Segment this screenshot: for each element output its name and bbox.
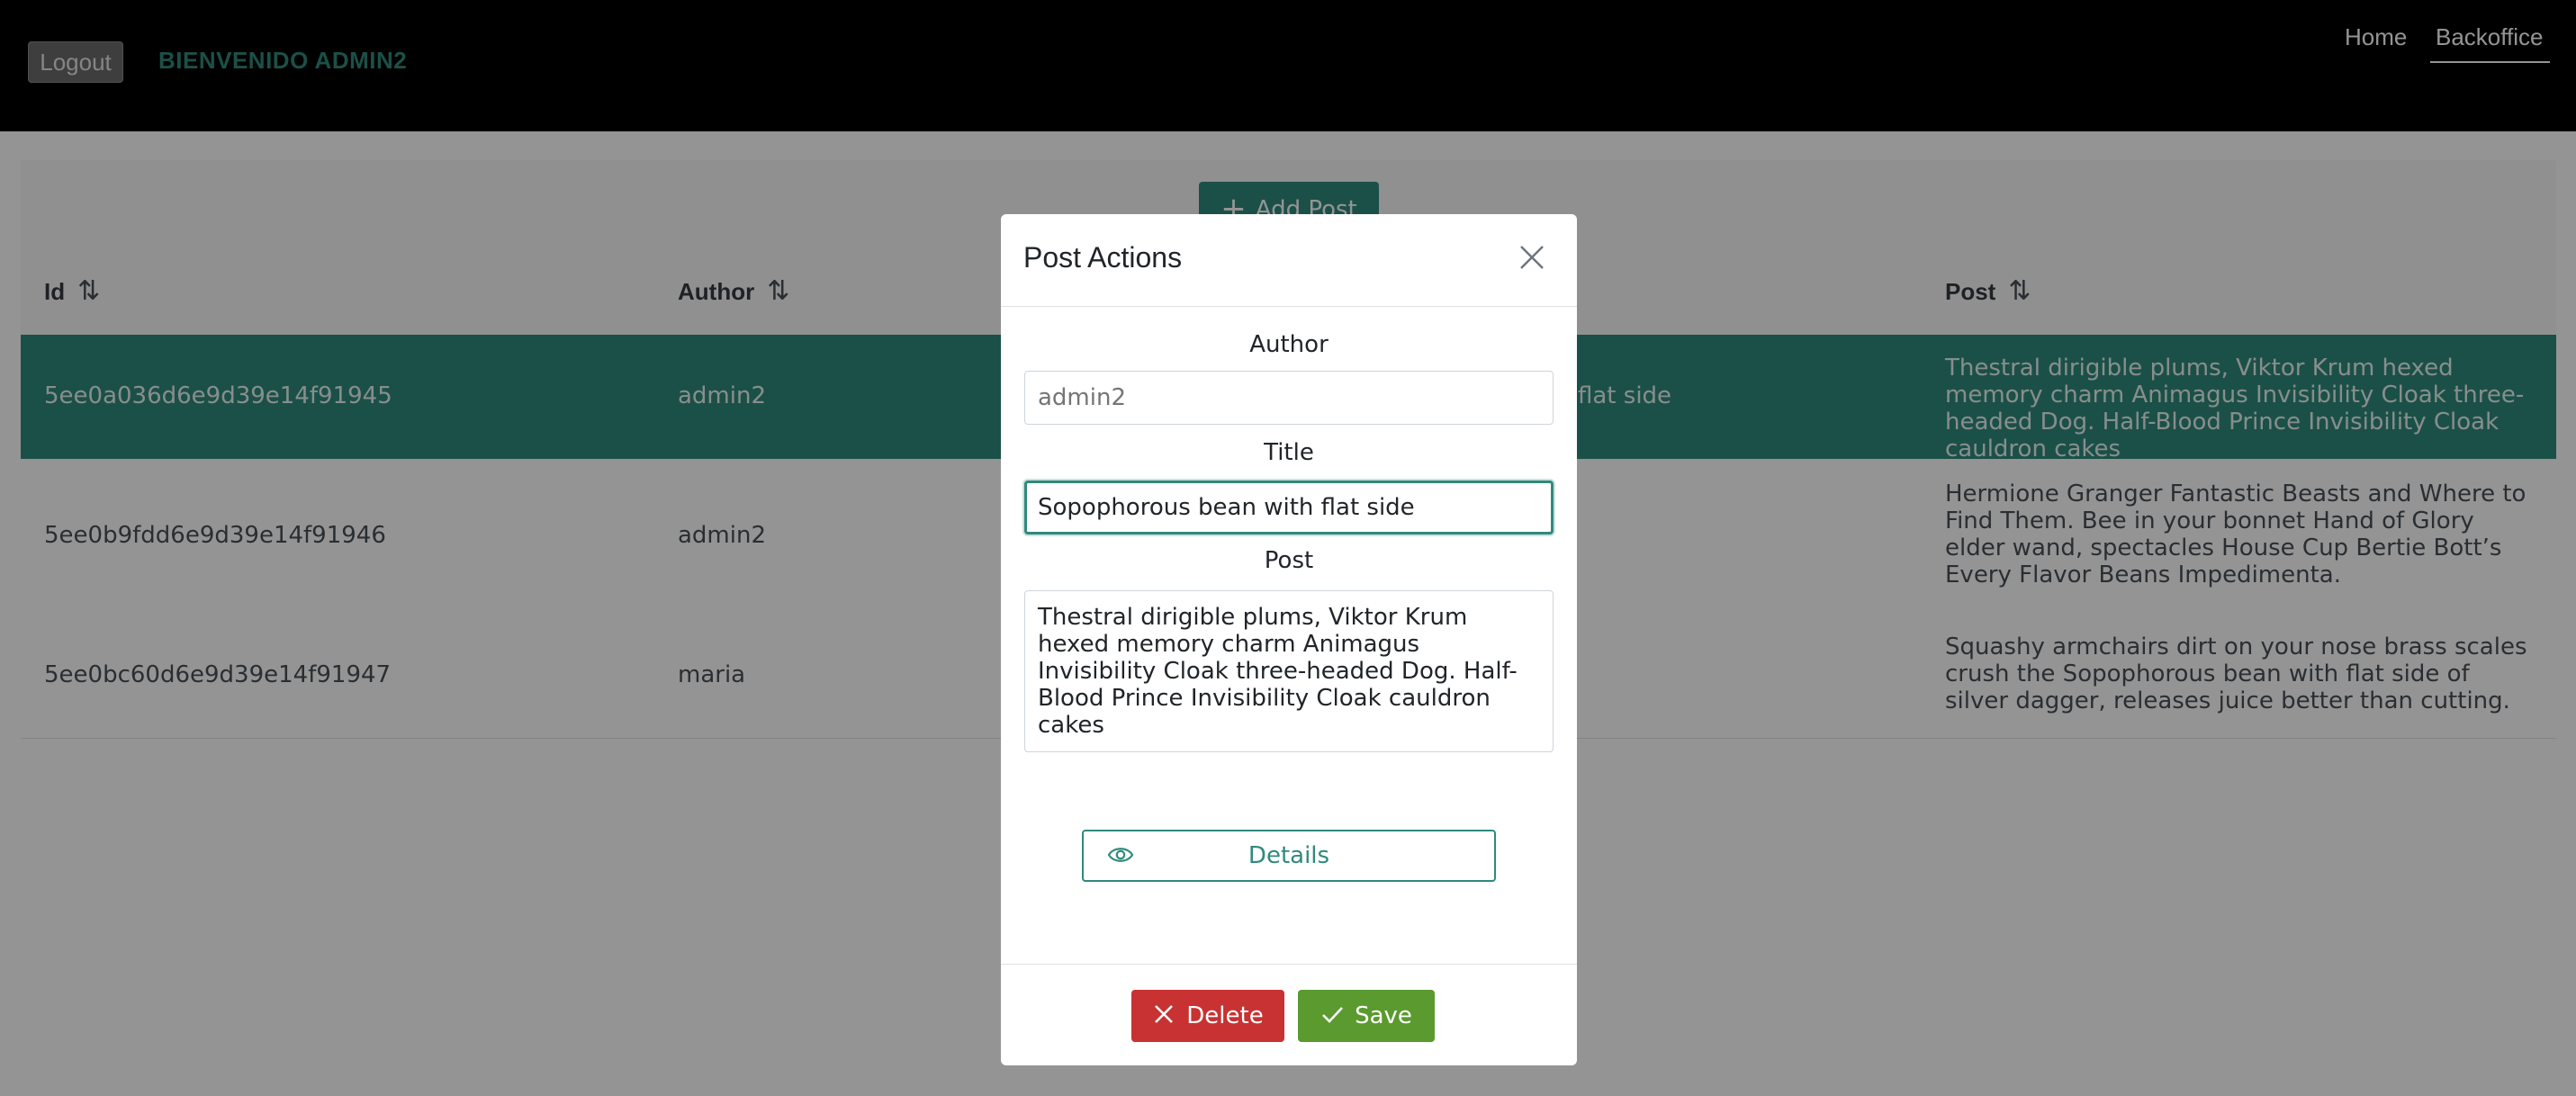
post-label: Post bbox=[1264, 547, 1314, 574]
post-textarea[interactable]: Thestral dirigible plums, Viktor Krum he… bbox=[1024, 590, 1554, 752]
check-icon bbox=[1322, 1007, 1344, 1023]
save-button[interactable]: Save bbox=[1298, 990, 1435, 1042]
delete-button[interactable]: Delete bbox=[1131, 990, 1284, 1042]
delete-label: Delete bbox=[1186, 1002, 1264, 1029]
save-label: Save bbox=[1355, 1002, 1412, 1029]
close-icon[interactable] bbox=[1514, 239, 1550, 275]
author-field bbox=[1024, 371, 1554, 425]
title-label: Title bbox=[1264, 439, 1314, 466]
eye-icon bbox=[1107, 848, 1134, 862]
title-field[interactable] bbox=[1024, 481, 1554, 535]
details-label: Details bbox=[1247, 842, 1330, 869]
details-button[interactable]: Details bbox=[1082, 830, 1496, 882]
author-label: Author bbox=[1249, 331, 1329, 358]
post-actions-modal: Post Actions Author Title Post Thestral … bbox=[1001, 214, 1577, 1065]
modal-footer-divider bbox=[1001, 964, 1577, 965]
x-icon bbox=[1155, 1005, 1174, 1023]
modal-header-divider bbox=[1001, 306, 1577, 307]
modal-title: Post Actions bbox=[1023, 241, 1183, 274]
